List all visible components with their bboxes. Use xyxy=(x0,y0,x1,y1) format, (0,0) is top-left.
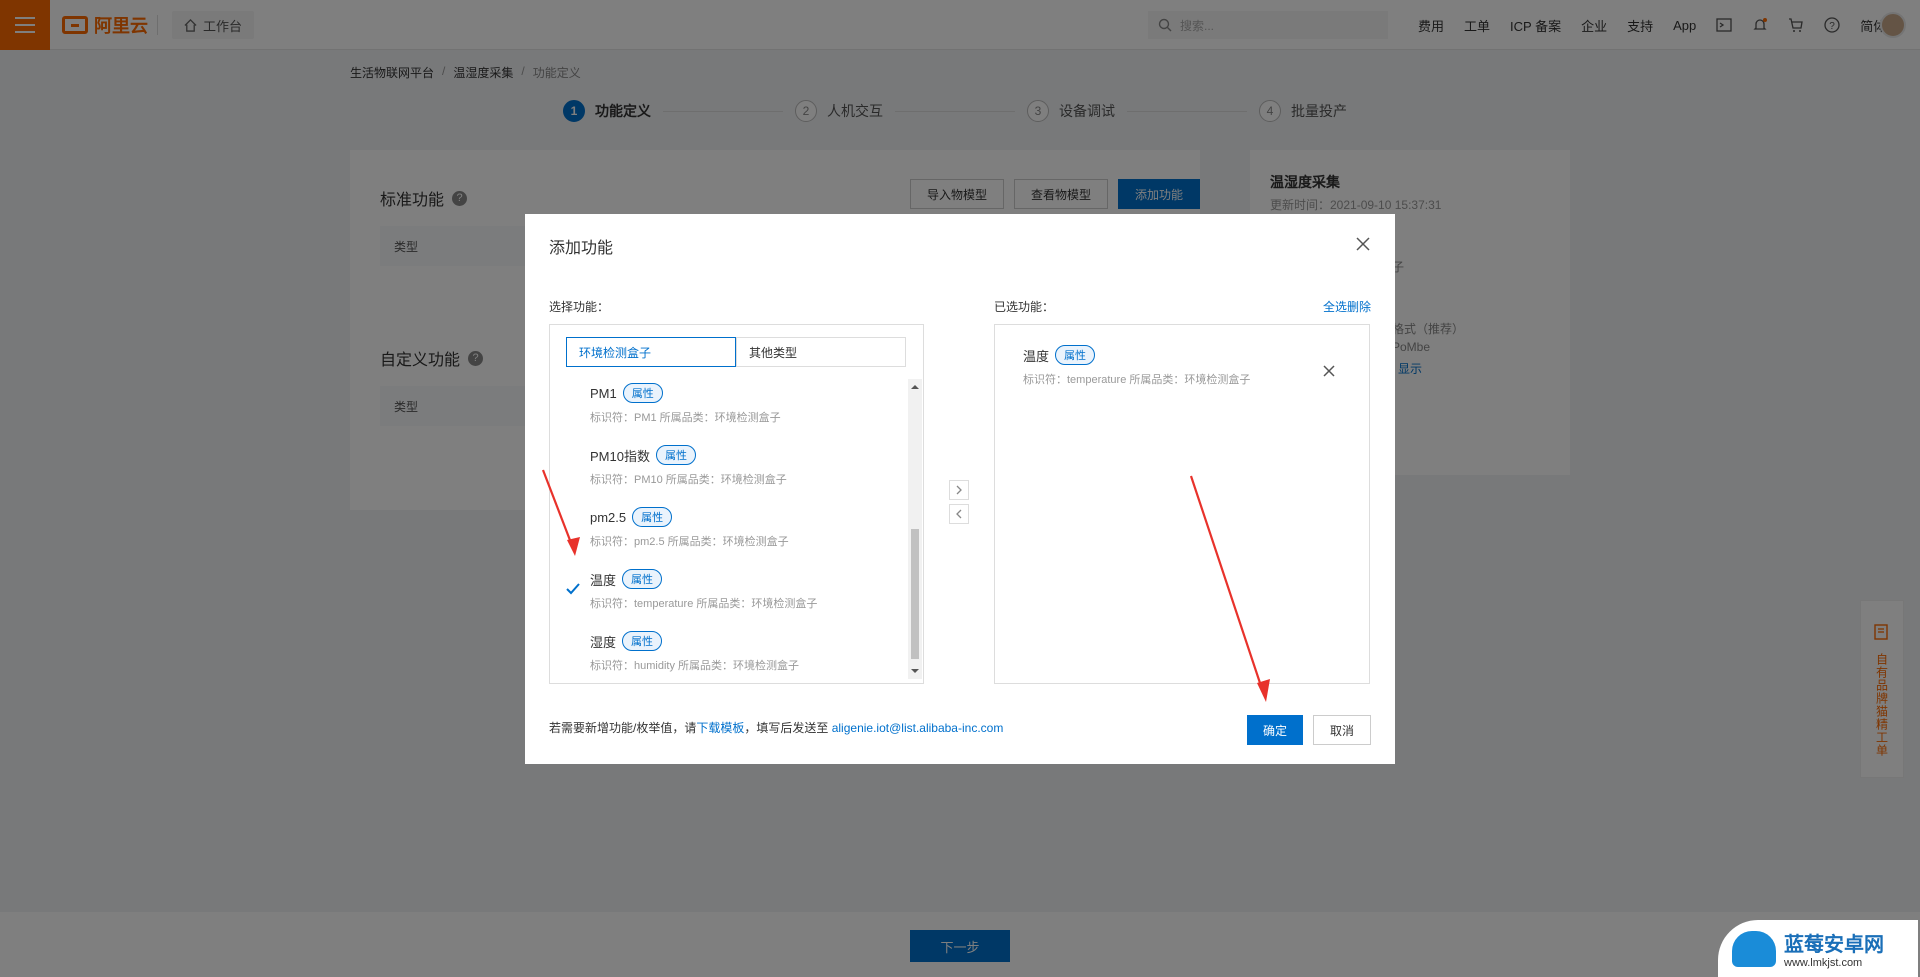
function-list-box: 环境检测盒子 其他类型 PM1 属性 标识符：PM1 所属品类：环境检测盒子 PM… xyxy=(549,324,924,684)
list-item-selected[interactable]: 温度 属性 标识符：temperature 所属品类：环境检测盒子 xyxy=(590,569,900,611)
scroll-thumb[interactable] xyxy=(911,529,919,659)
add-function-dialog: 添加功能 选择功能： 已选功能： 全选删除 环境检测盒子 其他类型 PM1 属性 … xyxy=(525,214,1395,764)
list-item[interactable]: 湿度 属性 标识符：humidity 所属品类：环境检测盒子 xyxy=(590,631,900,673)
property-badge: 属性 xyxy=(622,631,663,651)
property-badge: 属性 xyxy=(622,383,663,403)
property-badge: 属性 xyxy=(1055,345,1096,365)
move-right-button[interactable] xyxy=(949,480,969,500)
list-item[interactable]: PM10指数 属性 标识符：PM10 所属品类：环境检测盒子 xyxy=(590,445,900,487)
scroll-down-icon xyxy=(911,669,919,673)
selected-item: 温度 属性 标识符：temperature 所属品类：环境检测盒子 xyxy=(1023,345,1353,387)
property-badge: 属性 xyxy=(622,569,663,589)
dialog-title: 添加功能 xyxy=(549,240,614,257)
move-left-button[interactable] xyxy=(949,504,969,524)
property-badge: 属性 xyxy=(632,507,673,527)
scrollbar[interactable] xyxy=(908,379,922,679)
scroll-up-icon xyxy=(911,385,919,389)
selected-label: 已选功能： xyxy=(994,300,1055,314)
close-icon[interactable] xyxy=(1351,232,1375,256)
select-label: 选择功能： xyxy=(549,300,610,314)
remove-icon[interactable] xyxy=(1321,363,1337,379)
function-list: PM1 属性 标识符：PM1 所属品类：环境检测盒子 PM10指数 属性 标识符：P… xyxy=(550,375,908,675)
tab-env-box[interactable]: 环境检测盒子 xyxy=(566,337,736,367)
footer-note: 若需要新增功能/枚举值，请下载模板，填写后发送至 aligenie.iot@li… xyxy=(549,721,1004,735)
list-item[interactable]: pm2.5 属性 标识符：pm2.5 所属品类：环境检测盒子 xyxy=(590,507,900,549)
check-icon xyxy=(566,583,580,595)
tab-other-type[interactable]: 其他类型 xyxy=(736,337,906,367)
confirm-button[interactable]: 确定 xyxy=(1247,715,1303,745)
chevron-right-icon xyxy=(956,485,962,495)
download-template-link[interactable]: 下载模板 xyxy=(696,721,744,735)
watermark-logo-icon xyxy=(1732,930,1776,967)
chevron-left-icon xyxy=(956,509,962,519)
property-badge: 属性 xyxy=(655,445,696,465)
list-item[interactable]: PM1 属性 标识符：PM1 所属品类：环境检测盒子 xyxy=(590,383,900,425)
clear-all-link[interactable]: 全选删除 xyxy=(1323,298,1371,315)
watermark: 蓝莓安卓网 www.lmkjst.com xyxy=(1718,920,1918,977)
email-link[interactable]: aligenie.iot@list.alibaba-inc.com xyxy=(832,721,1004,735)
cancel-button[interactable]: 取消 xyxy=(1313,715,1371,745)
selected-list-box: 温度 属性 标识符：temperature 所属品类：环境检测盒子 xyxy=(994,324,1370,684)
